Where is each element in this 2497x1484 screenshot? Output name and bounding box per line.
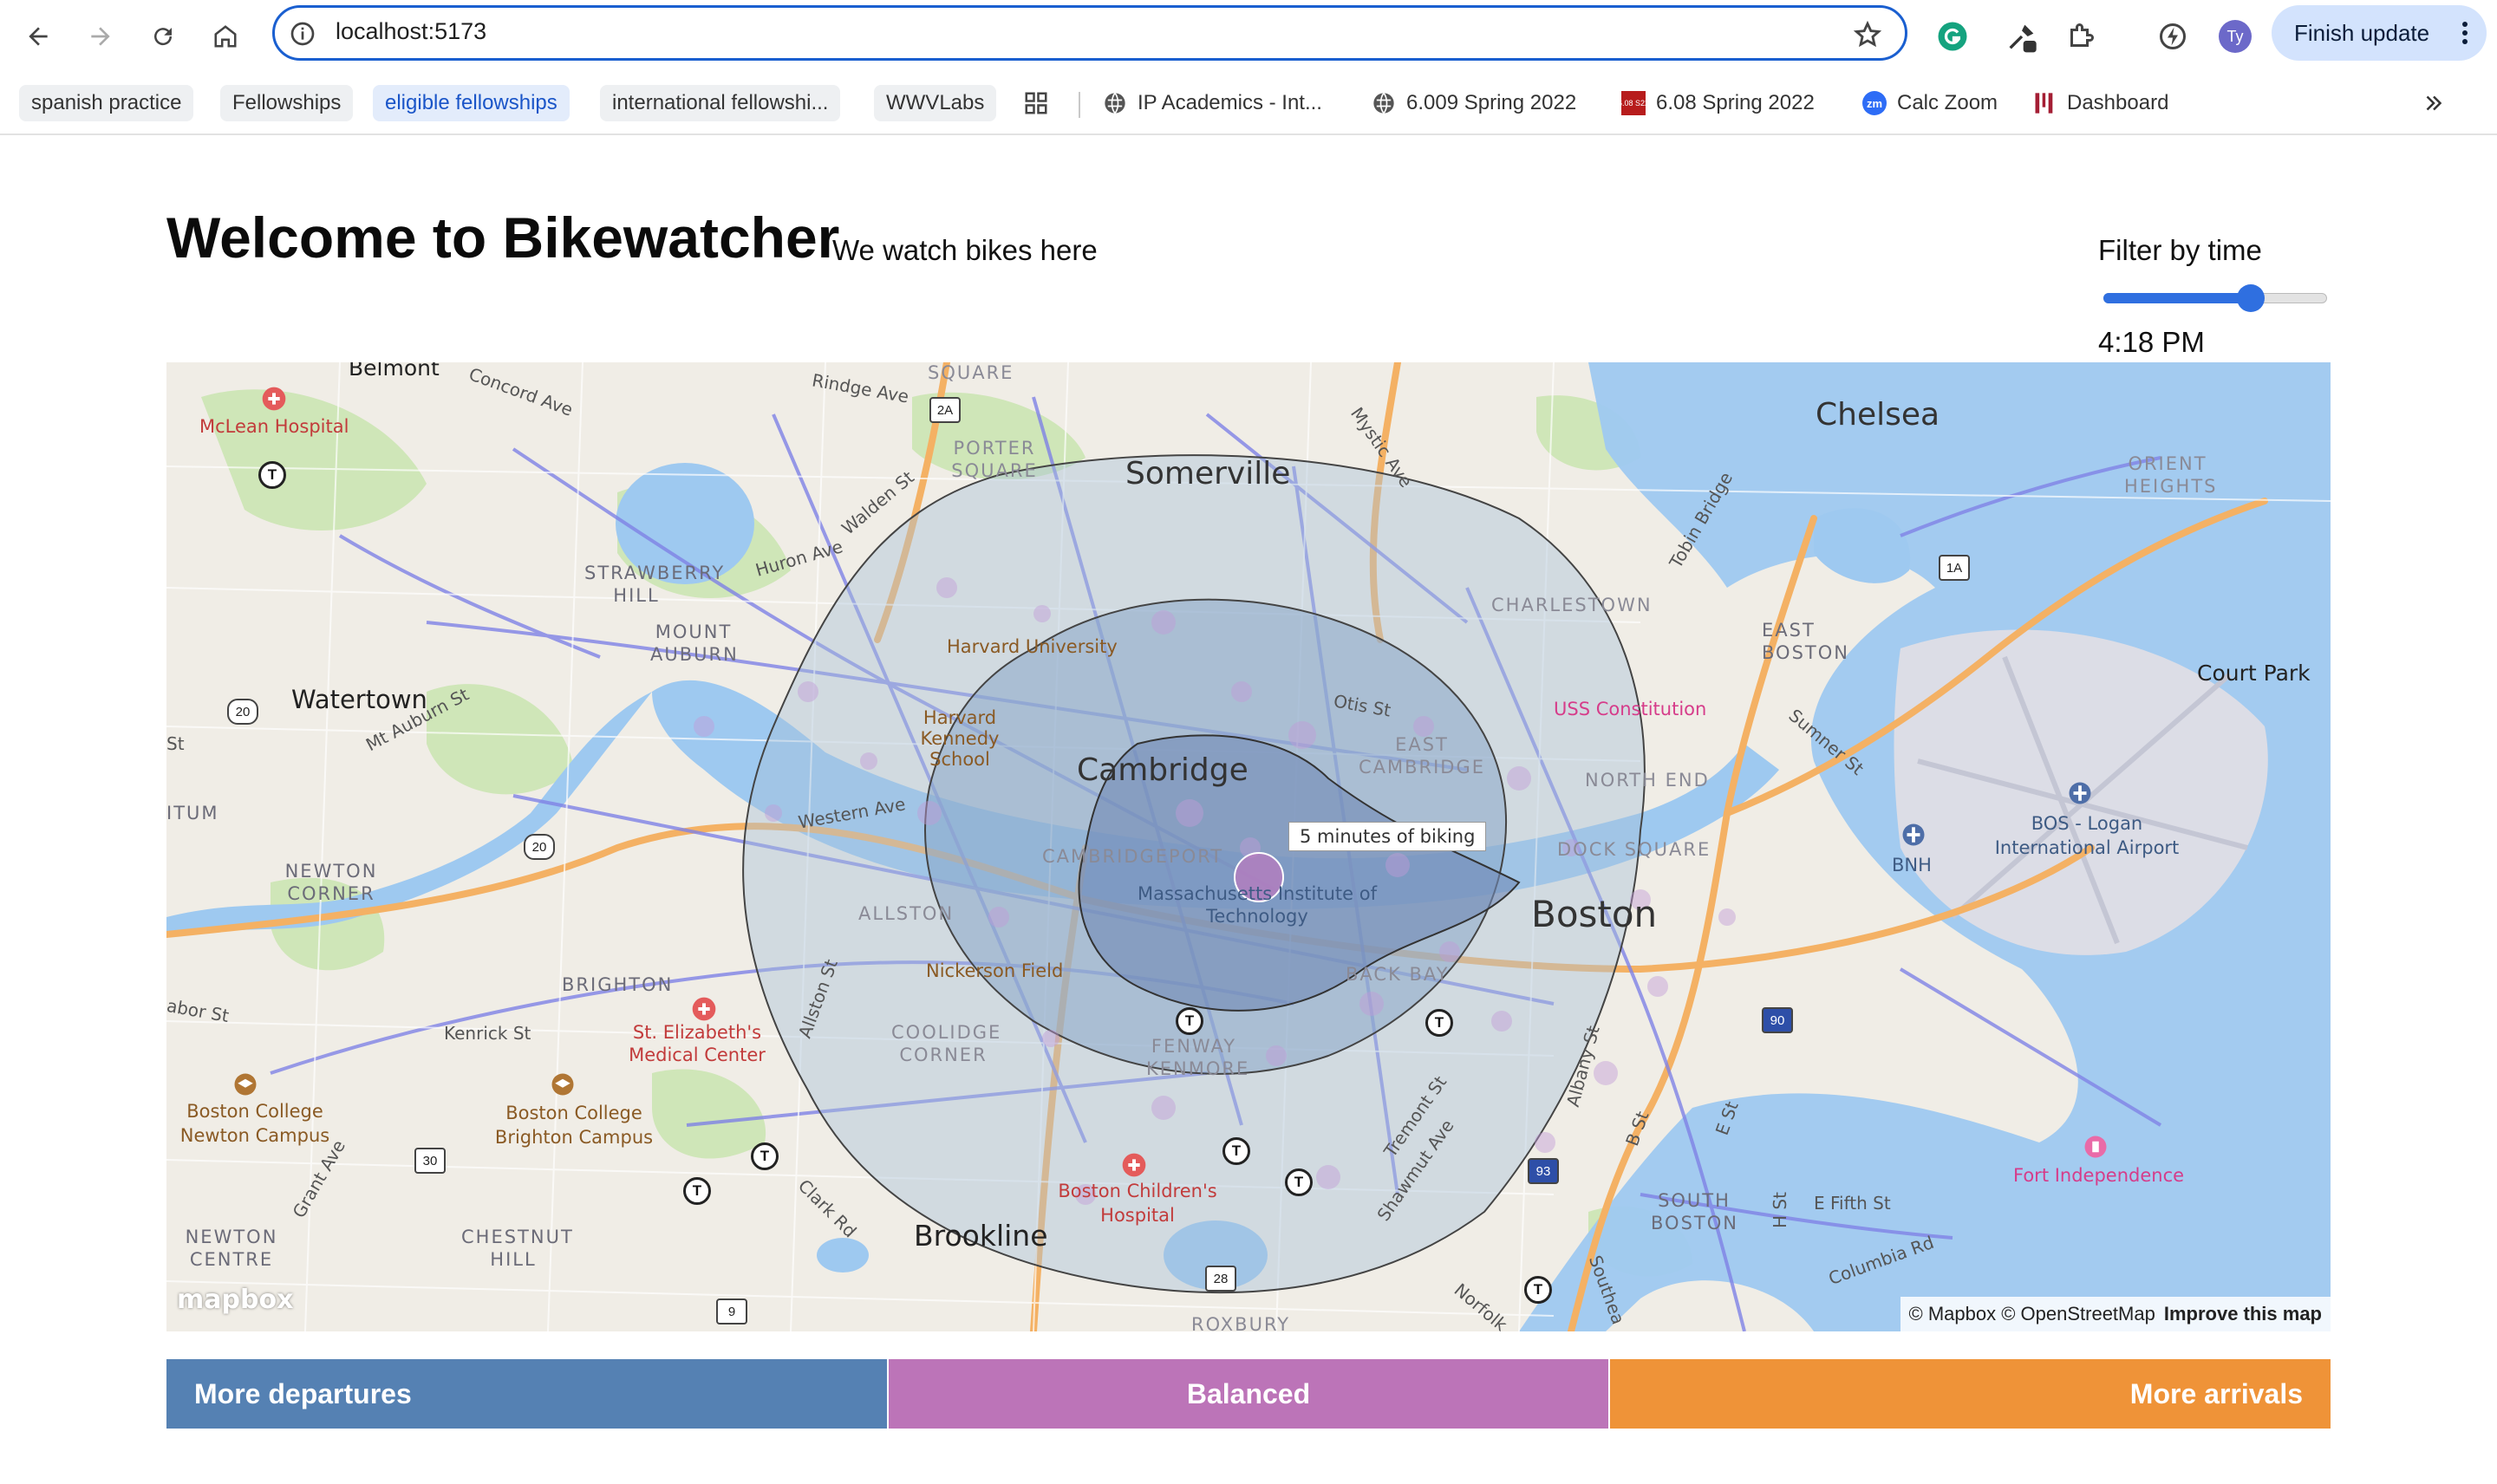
- bookmark-608[interactable]: 6.08 S22 6.08 Spring 2022: [1618, 85, 1815, 121]
- time-slider[interactable]: [2103, 283, 2327, 312]
- bookmark-international-fellowships[interactable]: international fellowshi...: [600, 85, 841, 121]
- home-icon: [214, 25, 237, 48]
- apps-grid-icon[interactable]: [1023, 85, 1049, 121]
- globe-icon: [1372, 91, 1396, 115]
- t-station-icon: T: [683, 1177, 711, 1205]
- bookmark-dashboard[interactable]: Dashboard: [2032, 85, 2168, 121]
- finish-update-label: Finish update: [2294, 19, 2430, 46]
- bike-map[interactable]: 5 minutes of biking Somerville Chelsea C…: [166, 362, 2331, 1331]
- hospital-icon: [692, 997, 716, 1021]
- bookmark-label: 6.08 Spring 2022: [1656, 91, 1815, 114]
- bookmark-star-icon[interactable]: [1853, 20, 1882, 49]
- map-attribution: © Mapbox © OpenStreetMap Improve this ma…: [1900, 1297, 2331, 1331]
- more-bookmarks-chevron-icon[interactable]: [2421, 85, 2447, 121]
- home-button[interactable]: [205, 16, 246, 57]
- hospital-icon: [1122, 1153, 1146, 1177]
- zoom-icon: zm: [1862, 91, 1887, 115]
- bookmark-calc-zoom[interactable]: zm Calc Zoom: [1862, 85, 1998, 121]
- legend-label: Balanced: [1186, 1377, 1311, 1409]
- bookmark-separator: [1079, 92, 1080, 118]
- bookmark-label: IP Academics - Int...: [1138, 91, 1322, 114]
- route-shield-30: 30: [414, 1148, 446, 1174]
- selected-time: 4:18 PM: [2098, 326, 2205, 358]
- forward-button[interactable]: [80, 16, 121, 57]
- more-vert-icon: [2462, 22, 2468, 44]
- airport-icon: [2069, 782, 2091, 804]
- bookmark-6009[interactable]: 6.009 Spring 2022: [1372, 85, 1576, 121]
- route-shield-9: 9: [716, 1298, 747, 1325]
- filter-by-time-label: Filter by time: [2098, 234, 2262, 266]
- toolbar-divider: [0, 133, 2497, 135]
- hospital-icon: [262, 387, 286, 411]
- improve-map-link[interactable]: Improve this map: [2164, 1303, 2322, 1325]
- t-station-icon: T: [1176, 1007, 1203, 1035]
- legend-label: More departures: [194, 1377, 412, 1409]
- profile-initials: Ty: [2219, 20, 2252, 53]
- t-station-icon: T: [1524, 1276, 1552, 1304]
- route-shield-93: 93: [1528, 1158, 1559, 1184]
- t-station-icon: T: [1425, 1009, 1453, 1037]
- browser-toolbar: localhost:5173 Ty Finish update: [0, 0, 2497, 73]
- route-shield-20-a: 20: [227, 699, 258, 725]
- route-shield-2a: 2A: [929, 397, 961, 423]
- legend-balanced: Balanced: [886, 1359, 1611, 1429]
- slider-thumb[interactable]: [2237, 284, 2266, 312]
- legend-more-arrivals: More arrivals: [1610, 1359, 2331, 1429]
- attribution-text[interactable]: © Mapbox © OpenStreetMap: [1909, 1303, 2155, 1325]
- bookmark-label: Dashboard: [2067, 91, 2169, 114]
- bookmark-spanish-practice[interactable]: spanish practice: [19, 85, 194, 121]
- forward-arrow-icon: [91, 27, 110, 46]
- back-arrow-icon: [29, 27, 48, 46]
- globe-icon: [1103, 91, 1127, 115]
- legend-label: More arrivals: [2129, 1377, 2304, 1409]
- address-bar[interactable]: localhost:5173: [272, 5, 1907, 61]
- page-tagline: We watch bikes here: [832, 234, 1098, 266]
- dashboard-icon: [2032, 91, 2057, 115]
- college-icon: [234, 1073, 257, 1096]
- t-station-icon: T: [751, 1142, 779, 1170]
- route-shield-20-b: 20: [524, 834, 555, 860]
- site-info-icon[interactable]: [289, 20, 316, 48]
- page-title: Welcome to Bikewatcher: [166, 205, 840, 270]
- flow-legend: More departures Balanced More arrivals: [166, 1359, 2331, 1429]
- t-station-icon: T: [258, 461, 286, 489]
- reload-button[interactable]: [142, 16, 184, 57]
- route-shield-90: 90: [1762, 1007, 1793, 1033]
- back-button[interactable]: [17, 16, 59, 57]
- route-shield-1a: 1A: [1939, 555, 1970, 581]
- bookmarks-bar: spanish practice Fellowships eligible fe…: [0, 80, 2497, 128]
- grammarly-extension-icon[interactable]: [1933, 17, 1972, 55]
- isochrone-tooltip: 5 minutes of biking: [1288, 822, 1487, 851]
- bookmark-eligible-fellowships[interactable]: eligible fellowships: [373, 85, 570, 121]
- t-station-icon: T: [1285, 1168, 1313, 1196]
- bookmark-fellowships[interactable]: Fellowships: [220, 85, 354, 121]
- extensions-puzzle-icon[interactable]: [2062, 17, 2100, 55]
- route-shield-28: 28: [1205, 1266, 1236, 1292]
- mapbox-logo[interactable]: mapbox: [177, 1285, 293, 1315]
- legend-more-departures: More departures: [166, 1359, 887, 1429]
- monument-icon: [2084, 1136, 2107, 1158]
- airport-icon: [1902, 823, 1925, 846]
- college-icon: [551, 1073, 574, 1096]
- bookmark-wwvlabs[interactable]: WWVLabs: [874, 85, 997, 121]
- finish-update-button[interactable]: Finish update: [2272, 5, 2487, 61]
- url-text[interactable]: localhost:5173: [336, 18, 486, 45]
- 6.08-logo-icon: 6.08 S22: [1618, 91, 1649, 115]
- performance-icon[interactable]: [2154, 17, 2192, 55]
- slider-fill: [2103, 293, 2252, 303]
- bookmark-label: Calc Zoom: [1897, 91, 1998, 114]
- bookmark-ip-academics[interactable]: IP Academics - Int...: [1103, 85, 1322, 121]
- bookmark-label: 6.009 Spring 2022: [1406, 91, 1577, 114]
- reload-icon: [154, 28, 173, 46]
- map-base-layer: [166, 362, 2331, 1331]
- t-station-icon: T: [1222, 1137, 1250, 1165]
- eyedropper-extension-icon[interactable]: [2003, 17, 2041, 55]
- selected-station-marker[interactable]: [1234, 852, 1284, 902]
- profile-avatar[interactable]: Ty: [2216, 17, 2254, 55]
